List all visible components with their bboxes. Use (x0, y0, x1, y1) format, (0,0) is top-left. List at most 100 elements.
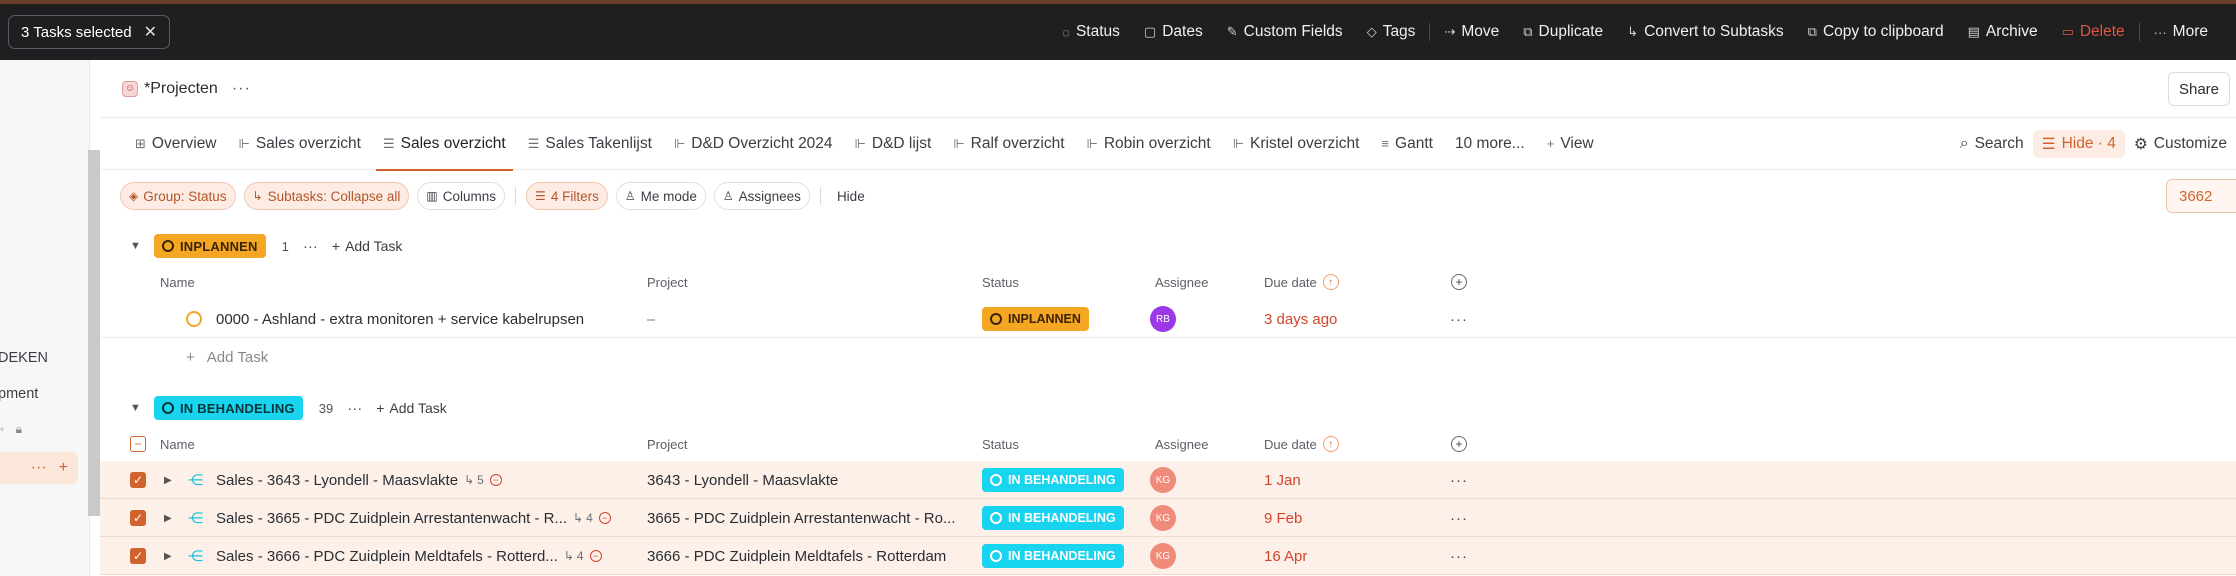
tab-sales-takenlijst[interactable]: ☰ Sales Takenlijst (517, 118, 663, 170)
task-status[interactable]: IN BEHANDELING (982, 461, 1124, 499)
subtask-count[interactable]: ↳ 5 (464, 473, 484, 487)
col-status[interactable]: Status (982, 427, 1019, 461)
tab-ralf-overzicht[interactable]: ⊩ Ralf overzicht (942, 118, 1075, 170)
task-assignee[interactable]: KG (1150, 537, 1176, 575)
sort-arrow-icon[interactable]: ↑ (1322, 436, 1339, 452)
tab-sales-overzicht-list[interactable]: ☰ Sales overzicht (372, 118, 517, 171)
me-mode-chip[interactable]: ♙ Me mode (615, 182, 706, 210)
customize-button[interactable]: ⚙ Customize (2125, 135, 2236, 154)
row-checkbox[interactable]: ✓ (130, 537, 146, 575)
task-assignee[interactable]: RB (1150, 300, 1176, 338)
task-name[interactable]: Sales - 3643 - Lyondell - Maasvlakte (216, 472, 458, 489)
add-task-button[interactable]: + Add Task (376, 400, 447, 416)
copy-to-clipboard-button[interactable]: ⧉ Copy to clipboard (1796, 4, 1956, 60)
search-button[interactable]: ⌕ Search (1951, 135, 2033, 153)
avatar[interactable]: KG (1150, 467, 1176, 493)
col-project[interactable]: Project (647, 265, 687, 299)
avatar[interactable]: KG (1150, 505, 1176, 531)
sidebar-item-deken[interactable]: DEKEN (0, 350, 48, 366)
project-menu-icon[interactable]: ··· (232, 80, 251, 98)
add-task-button[interactable]: + Add Task (332, 238, 403, 254)
move-button[interactable]: ⇢ Move (1432, 4, 1511, 60)
more-button[interactable]: ··· More (2142, 4, 2220, 60)
task-name-cell[interactable]: Sales - 3665 - PDC Zuidplein Arrestanten… (216, 499, 636, 537)
convert-to-subtasks-button[interactable]: ↳ Convert to Subtasks (1615, 4, 1795, 60)
row-checkbox[interactable]: ✓ (130, 499, 146, 537)
col-name[interactable]: Name (160, 427, 195, 461)
status-button[interactable]: ◌ Status (1050, 4, 1132, 60)
hide-closed-button[interactable]: Hide (831, 189, 871, 204)
task-project[interactable]: 3665 - PDC Zuidplein Arrestantenwacht - … (647, 499, 967, 537)
custom-fields-button[interactable]: ✎ Custom Fields (1215, 4, 1355, 60)
status-badge[interactable]: INPLANNEN (154, 234, 266, 258)
collapse-caret-icon[interactable]: ▼ (130, 402, 146, 414)
task-due-date[interactable]: 9 Feb (1264, 499, 1302, 537)
col-project[interactable]: Project (647, 427, 687, 461)
row-menu-icon[interactable]: ··· (1450, 537, 1468, 575)
table-row[interactable]: ✓ ▶ ⋲ Sales - 3665 - PDC Zuidplein Arres… (100, 499, 2236, 537)
add-column-button[interactable]: + (1451, 265, 1467, 299)
col-due-date[interactable]: Due date ↑ (1264, 265, 1339, 299)
assignees-chip[interactable]: ♙ Assignees (713, 182, 810, 210)
tab-more-views[interactable]: 10 more... (1444, 118, 1536, 170)
task-name[interactable]: Sales - 3665 - PDC Zuidplein Arrestanten… (216, 510, 567, 527)
sidebar-item-active[interactable]: ··· + (0, 452, 78, 484)
scrollbar[interactable] (88, 150, 100, 516)
task-project[interactable]: – (647, 300, 655, 338)
task-status[interactable]: IN BEHANDELING (982, 537, 1124, 575)
add-view-button[interactable]: + View (1536, 118, 1605, 170)
task-project[interactable]: 3666 - PDC Zuidplein Meldtafels - Rotter… (647, 537, 967, 575)
row-menu-icon[interactable]: ··· (1450, 461, 1468, 499)
tab-dd-overzicht-2024[interactable]: ⊩ D&D Overzicht 2024 (663, 118, 844, 170)
tab-overview[interactable]: ⊞ Overview (124, 118, 228, 170)
task-name[interactable]: 0000 - Ashland - extra monitoren + servi… (216, 300, 636, 338)
collapse-caret-icon[interactable]: ▼ (130, 240, 146, 252)
columns-chip[interactable]: ▥ Columns (417, 182, 506, 210)
delete-button[interactable]: ▭ Delete (2050, 4, 2137, 60)
row-checkbox[interactable]: ✓ (130, 461, 146, 499)
dates-button[interactable]: ▢ Dates (1132, 4, 1215, 60)
add-task-row[interactable]: + Add Task (100, 338, 2236, 376)
group-by-chip[interactable]: ◈ Group: Status (120, 182, 236, 210)
col-status[interactable]: Status (982, 265, 1019, 299)
status-badge[interactable]: IN BEHANDELING (982, 468, 1124, 492)
tab-dd-lijst[interactable]: ⊩ D&D lijst (844, 118, 943, 170)
selected-count-pill[interactable]: 3 Tasks selected ✕ (8, 15, 171, 49)
tab-sales-overzicht-board[interactable]: ⊩ Sales overzicht (228, 118, 372, 170)
sort-arrow-icon[interactable]: ↑ (1322, 274, 1339, 290)
tab-gantt[interactable]: ≡ Gantt (1370, 118, 1444, 170)
task-project[interactable]: 3643 - Lyondell - Maasvlakte (647, 461, 967, 499)
avatar[interactable]: RB (1150, 306, 1176, 332)
expand-icon[interactable]: ▶ (164, 499, 172, 537)
hide-button[interactable]: ☰ Hide · 4 (2032, 130, 2125, 158)
task-status-circle[interactable] (186, 300, 202, 338)
table-row[interactable]: 0000 - Ashland - extra monitoren + servi… (100, 300, 2236, 338)
sidebar-item-private[interactable]: ◦ 🔒︎ (0, 422, 22, 437)
subtasks-chip[interactable]: ↳ Subtasks: Collapse all (243, 182, 410, 210)
col-due-date[interactable]: Due date ↑ (1264, 427, 1339, 461)
archive-button[interactable]: ▤ Archive (1956, 4, 2050, 60)
group-menu-icon[interactable]: ··· (347, 400, 362, 417)
task-name-cell[interactable]: Sales - 3643 - Lyondell - Maasvlakte ↳ 5 … (216, 461, 636, 499)
table-row[interactable]: ✓ ▶ ⋲ Sales - 3643 - Lyondell - Maasvlak… (100, 461, 2236, 499)
status-badge[interactable]: IN BEHANDELING (154, 396, 303, 420)
tags-button[interactable]: ◇ Tags (1355, 4, 1428, 60)
row-menu-icon[interactable]: ··· (1450, 499, 1468, 537)
task-due-date[interactable]: 16 Apr (1264, 537, 1307, 575)
search-input[interactable]: 3662 (2166, 179, 2236, 213)
subtask-count[interactable]: ↳ 4 (564, 549, 584, 563)
task-due-date[interactable]: 1 Jan (1264, 461, 1301, 499)
duplicate-button[interactable]: ⧉ Duplicate (1511, 4, 1615, 60)
avatar[interactable]: KG (1150, 543, 1176, 569)
filters-chip[interactable]: ☰ 4 Filters (526, 182, 608, 210)
col-assignee[interactable]: Assignee (1155, 427, 1208, 461)
task-status[interactable]: INPLANNEN (982, 300, 1089, 338)
col-name[interactable]: Name (160, 265, 195, 299)
status-badge[interactable]: INPLANNEN (982, 307, 1089, 331)
share-button[interactable]: Share (2167, 72, 2230, 106)
task-assignee[interactable]: KG (1150, 461, 1176, 499)
expand-icon[interactable]: ▶ (164, 537, 172, 575)
task-assignee[interactable]: KG (1150, 499, 1176, 537)
expand-icon[interactable]: ▶ (164, 461, 172, 499)
add-icon[interactable]: + (59, 459, 68, 477)
